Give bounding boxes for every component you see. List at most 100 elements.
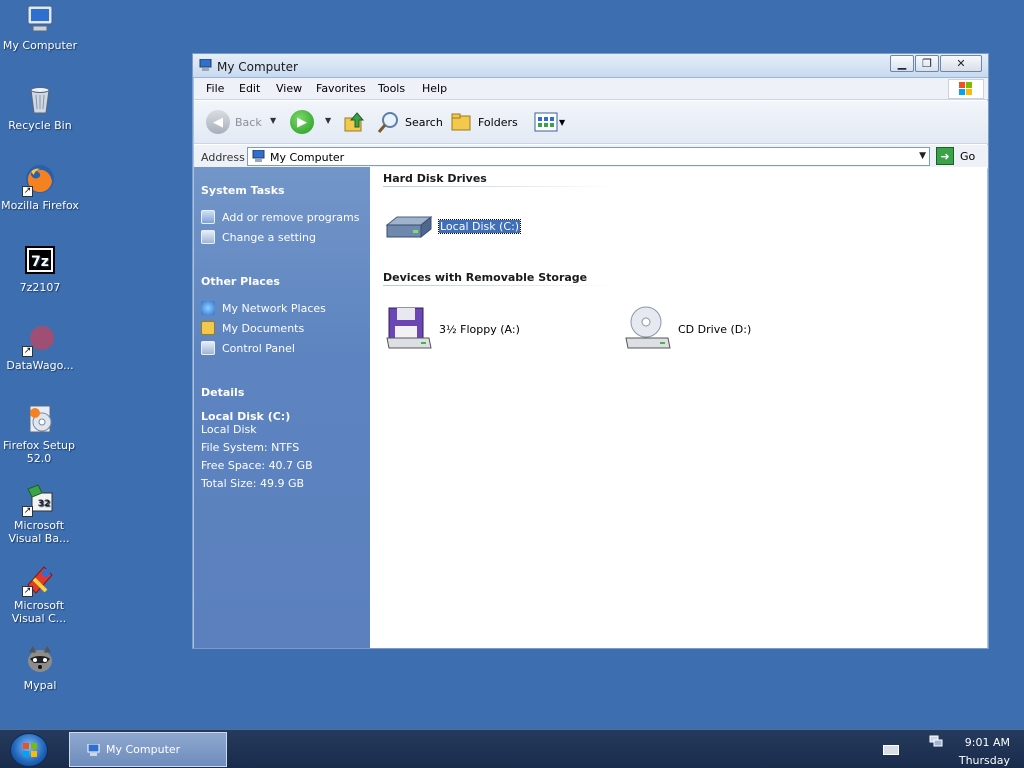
clock-time: 9:01 AM [964,736,1010,749]
removable-storage-header: Devices with Removable Storage [383,271,588,284]
go-button[interactable]: ➜ Go [936,147,975,165]
hard-disk-drives-header: Hard Disk Drives [383,172,487,185]
minimize-button[interactable]: ▁ [890,55,914,72]
my-computer-icon [24,3,56,35]
link-label: Control Panel [222,341,295,355]
menu-help[interactable]: Help [422,82,447,95]
desktop-icon-label: Mypal [23,679,57,692]
desktop-icon-7z2107[interactable]: 7z 7z2107 [0,245,80,294]
floppy-drive-icon [386,307,432,349]
cd-drive-icon [625,306,671,349]
forward-dropdown-icon[interactable]: ▼ [325,116,331,125]
menu-file[interactable]: File [206,82,224,95]
add-remove-programs-icon [201,210,215,224]
details-total-size: Total Size: 49.9 GB [201,477,305,490]
shortcut-arrow-icon: ↗ [22,346,33,357]
7zip-icon: 7z [24,245,56,277]
desktop-icon-label: Microsoft Visual Ba... [8,519,70,545]
menu-edit[interactable]: Edit [239,82,260,95]
desktop-icon-visual-c[interactable]: ↗ Microsoft Visual C... [0,563,80,625]
address-bar: Address My Computer ▼ ➜ Go [194,145,988,169]
close-icon: ✕ [956,57,966,70]
close-button[interactable]: ✕ [940,55,982,72]
desktop-icon-datawagon[interactable]: ↗ DataWago... [0,323,80,372]
section-divider [383,285,618,286]
windows-logo-icon [948,79,984,99]
my-computer-window: My Computer ▁ ❐ ✕ File Edit View Favorit… [192,53,989,649]
change-setting-link[interactable]: Change a setting [201,230,316,244]
floppy-a-item[interactable]: 3½ Floppy (A:) [385,306,520,352]
add-remove-programs-link[interactable]: Add or remove programs [201,210,360,224]
desktop-icon-visual-basic[interactable]: 32 ↗ Microsoft Visual Ba... [0,483,80,545]
address-dropdown-icon[interactable]: ▼ [919,151,926,161]
menu-favorites[interactable]: Favorites [316,82,366,95]
other-places-title[interactable]: Other Places [201,275,280,288]
forward-button[interactable]: ▶ [290,110,314,134]
shortcut-arrow-icon: ↗ [22,506,33,517]
my-computer-icon [199,58,213,71]
visual-basic-icon: 32 ↗ [22,483,56,517]
datawagon-icon: ↗ [22,323,56,357]
desktop-icon-label: Recycle Bin [8,119,72,132]
back-button[interactable]: ◀ Back [206,110,262,134]
taskbar: My Computer 9:01 AM Thursday [0,729,1024,768]
details-file-system: File System: NTFS [201,441,300,454]
network-tray-icon[interactable] [929,733,943,747]
details-title[interactable]: Details [201,386,244,399]
back-dropdown-icon[interactable]: ▼ [270,116,276,125]
menu-bar: File Edit View Favorites Tools Help [194,78,988,100]
my-documents-icon [201,321,215,335]
details-free-space: Free Space: 40.7 GB [201,459,313,472]
go-arrow-icon: ➜ [936,147,954,165]
menu-tools[interactable]: Tools [378,82,405,95]
svg-text:7z: 7z [31,254,49,270]
clock-day: Thursday [958,754,1010,767]
local-disk-c-item[interactable]: Local Disk (C:) [385,211,522,241]
search-icon [377,112,398,133]
control-panel-icon [201,341,215,355]
desktop-icon-label: 7z2107 [19,281,61,294]
system-clock[interactable]: 9:01 AM Thursday [959,734,1010,768]
menu-view[interactable]: View [276,82,302,95]
control-panel-link[interactable]: Control Panel [201,341,295,355]
system-tasks-title[interactable]: System Tasks [201,184,285,197]
window-title-bar[interactable]: My Computer ▁ ❐ ✕ [193,54,988,78]
address-input[interactable]: My Computer ▼ [247,147,930,166]
my-computer-icon [87,743,100,756]
views-icon [534,112,558,132]
my-network-places-link[interactable]: My Network Places [201,301,326,315]
minimize-icon: ▁ [897,57,907,70]
cd-drive-d-label: CD Drive (D:) [678,322,752,336]
desktop-icon-firefox[interactable]: ↗ Mozilla Firefox [0,163,80,212]
views-button[interactable]: ▼ [534,112,565,132]
desktop-icon-recycle-bin[interactable]: Recycle Bin [0,83,80,132]
folders-icon [451,113,471,131]
windows-logo-icon [23,743,37,757]
cd-drive-d-item[interactable]: CD Drive (D:) [624,306,751,352]
forward-arrow-icon: ▶ [290,110,314,134]
maximize-button[interactable]: ❐ [915,55,939,72]
link-label: Add or remove programs [222,210,360,224]
visual-c-icon: ↗ [22,563,56,597]
taskbar-item-my-computer[interactable]: My Computer [69,732,227,767]
desktop-icon-label: Microsoft Visual C... [11,599,67,625]
desktop-icon-my-computer[interactable]: My Computer [0,3,80,52]
link-label: My Network Places [222,301,326,315]
folders-button[interactable]: Folders [451,111,518,133]
keyboard-icon[interactable] [883,745,899,755]
address-value: My Computer [270,151,345,164]
my-documents-link[interactable]: My Documents [201,321,304,335]
restore-icon: ❐ [922,57,932,70]
desktop-icon-mypal[interactable]: Mypal [0,643,80,692]
start-button[interactable] [10,733,48,767]
up-folder-button[interactable] [343,111,365,133]
taskbar-item-label: My Computer [106,743,181,756]
desktop-icon-firefox-setup[interactable]: Firefox Setup 52.0 [0,403,80,465]
window-title: My Computer [217,60,298,74]
desktop-icon-label: Mozilla Firefox [1,199,79,212]
search-button[interactable]: Search [377,110,443,134]
file-view: Hard Disk Drives Local Disk (C:) Devices… [370,167,987,648]
network-places-icon [201,301,215,315]
link-label: My Documents [222,321,305,335]
installer-icon [24,403,56,435]
